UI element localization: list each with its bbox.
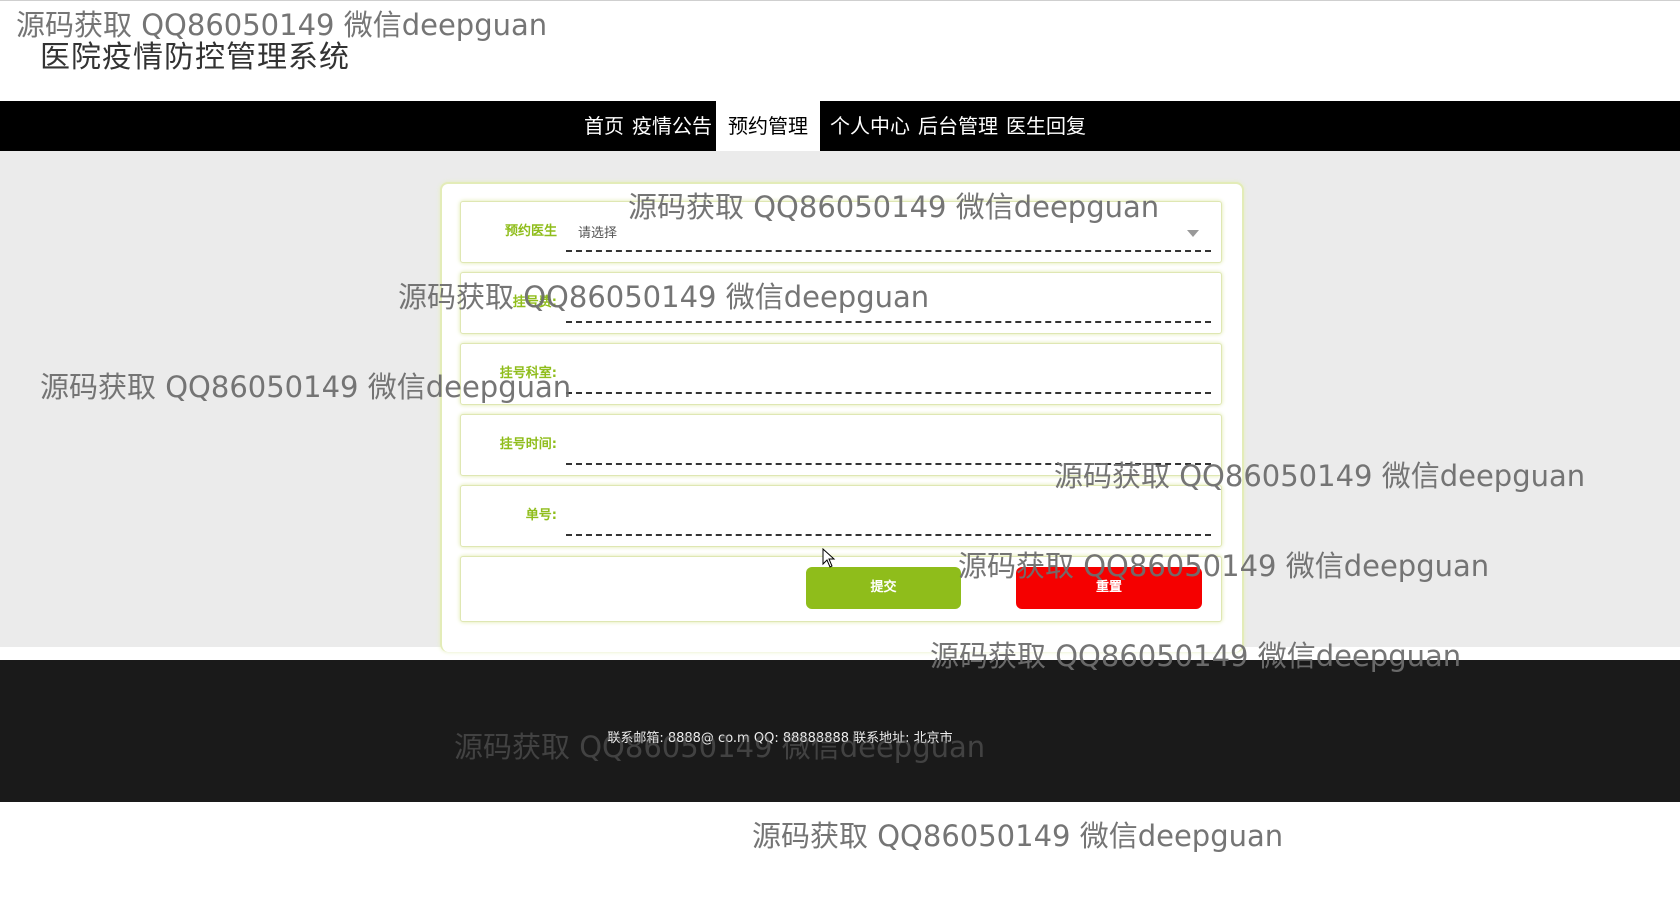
time-input[interactable] [566,427,1211,465]
doctor-select-value: 请选择 [578,226,618,241]
main-content: 预约医生 请选择 挂号费: 挂号科室: 挂号时间: 单号: 提交 重置 [0,151,1680,652]
doctor-select[interactable]: 请选择 [566,214,1211,252]
order-label: 单号: [525,508,557,523]
submit-button[interactable]: 提交 [806,567,961,609]
order-row: 单号: [460,485,1222,547]
order-input[interactable] [566,498,1211,536]
main-navbar: 首页 疫情公告 预约管理 个人中心 后台管理 医生回复 [0,101,1680,151]
nav-item-personal-center[interactable]: 个人中心 [826,101,914,151]
appointment-form: 预约医生 请选择 挂号费: 挂号科室: 挂号时间: 单号: 提交 重置 [440,182,1244,652]
nav-item-appointments[interactable]: 预约管理 [716,101,820,151]
nav-item-home[interactable]: 首页 [580,101,628,151]
footer-contact: 联系邮箱: 8888@ co.m QQ: 88888888 联系地址: 北京市 [0,727,1680,746]
nav-item-announcements[interactable]: 疫情公告 [628,101,716,151]
nav-item-doctor-reply[interactable]: 医生回复 [1002,101,1090,151]
fee-label: 挂号费: [512,295,557,310]
site-title: 医院疫情防控管理系统 [40,40,350,75]
dept-row: 挂号科室: [460,343,1222,405]
mouse-cursor-icon [822,548,836,568]
doctor-label: 预约医生 [504,224,557,239]
dept-label: 挂号科室: [499,366,557,381]
dept-input[interactable] [566,356,1211,394]
reset-button[interactable]: 重置 [1016,567,1202,609]
time-row: 挂号时间: [460,414,1222,476]
time-label: 挂号时间: [499,437,557,452]
nav-item-admin[interactable]: 后台管理 [914,101,1002,151]
footer-contact-text: 联系邮箱: 8888@ co.m QQ: 88888888 联系地址: 北京市 [607,731,953,746]
doctor-row: 预约医生 请选择 [460,201,1222,263]
fee-input[interactable] [566,285,1211,323]
nav-menu: 首页 疫情公告 预约管理 个人中心 后台管理 医生回复 [580,101,1090,151]
footer: 联系邮箱: 8888@ co.m QQ: 88888888 联系地址: 北京市 [0,660,1680,802]
button-row: 提交 重置 [460,556,1222,622]
fee-row: 挂号费: [460,272,1222,334]
top-divider [0,0,1680,1]
watermark: 源码获取 QQ86050149 微信deepguan [752,819,1284,853]
chevron-down-icon[interactable] [1187,230,1199,237]
